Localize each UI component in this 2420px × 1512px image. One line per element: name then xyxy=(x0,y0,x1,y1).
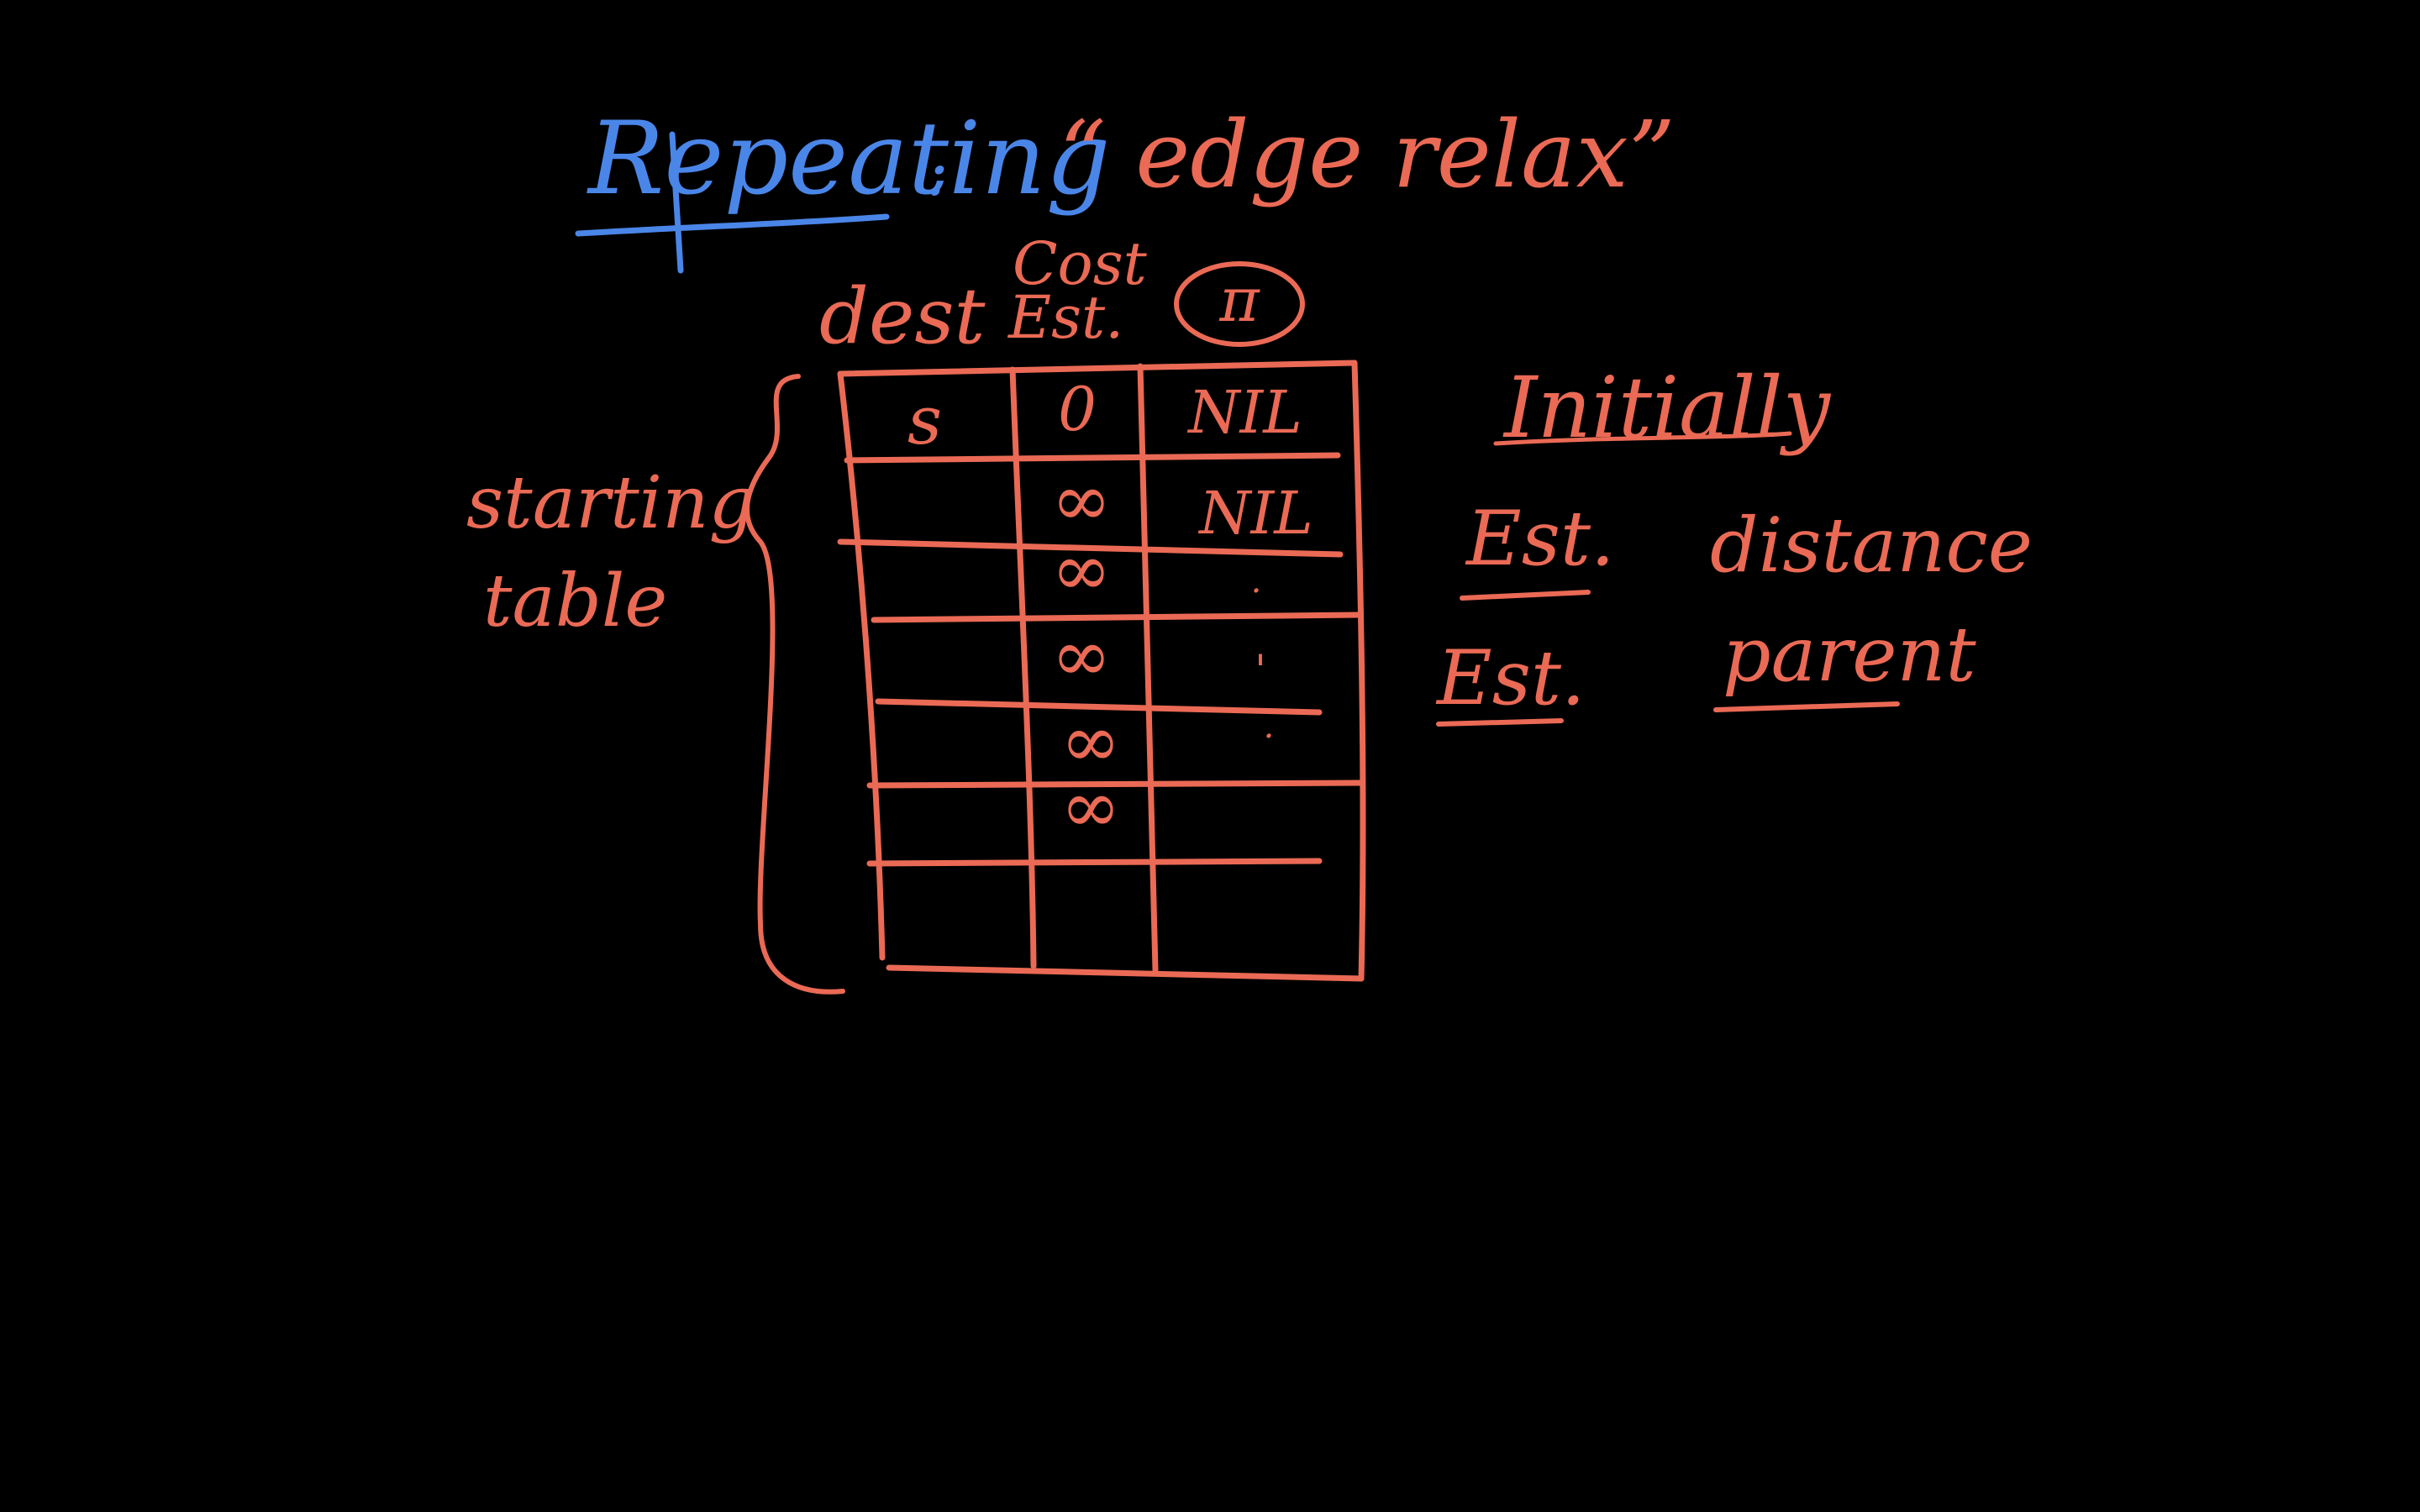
header-parent-pi: π xyxy=(1218,265,1260,335)
table-row-4-cost: ∞ xyxy=(1051,614,1112,698)
heading-repeating: Repeating xyxy=(587,101,1110,218)
table-row-1-cost: 0 xyxy=(1058,374,1097,444)
table-row-2-parent: NIL xyxy=(1197,479,1313,548)
table-row-1-parent: NIL xyxy=(1186,378,1302,447)
table-right-border xyxy=(1351,360,1366,982)
table-row-1-dest: s xyxy=(908,381,942,459)
table-row-4-parent: ' xyxy=(1255,646,1266,695)
table-row-5-parent: . xyxy=(1264,707,1275,746)
table-row-line-3 xyxy=(871,612,1363,623)
note-est-parent-left-underline xyxy=(1436,718,1564,727)
note-est-distance-left-underline xyxy=(1460,590,1591,601)
table-top-border xyxy=(837,360,1358,377)
table-row-6-cost: ∞ xyxy=(1060,765,1121,849)
header-dest: dest xyxy=(819,271,986,361)
note-est-distance-left: Est. xyxy=(1465,495,1615,583)
table-row-line-6 xyxy=(866,858,1323,867)
heading-underline xyxy=(575,213,890,237)
note-est-parent-left: Est. xyxy=(1435,634,1586,722)
side-label-table: table xyxy=(483,559,667,643)
note-est-parent-right-underline xyxy=(1713,701,1900,712)
table-rows: s 0 NIL ∞ NIL ∞ . ∞ ' ∞ . ∞ xyxy=(908,374,1313,849)
table-row-3-cost: ∞ xyxy=(1051,528,1112,612)
curly-brace xyxy=(744,374,845,995)
header-cost-line2: Est. xyxy=(1007,283,1123,352)
table-bottom-border xyxy=(886,964,1365,982)
note-est-distance-right: distance xyxy=(1710,501,2033,590)
heading-colon: : xyxy=(926,133,949,211)
note-est-parent-right: parent xyxy=(1723,611,1977,699)
heading-edge-relax: “ edge relax” xyxy=(1059,101,1676,208)
whiteboard: Repeating : “ edge relax” dest Cost Est.… xyxy=(466,101,2033,995)
side-label-starting: starting xyxy=(466,461,755,545)
table-row-3-parent: . xyxy=(1251,562,1262,601)
